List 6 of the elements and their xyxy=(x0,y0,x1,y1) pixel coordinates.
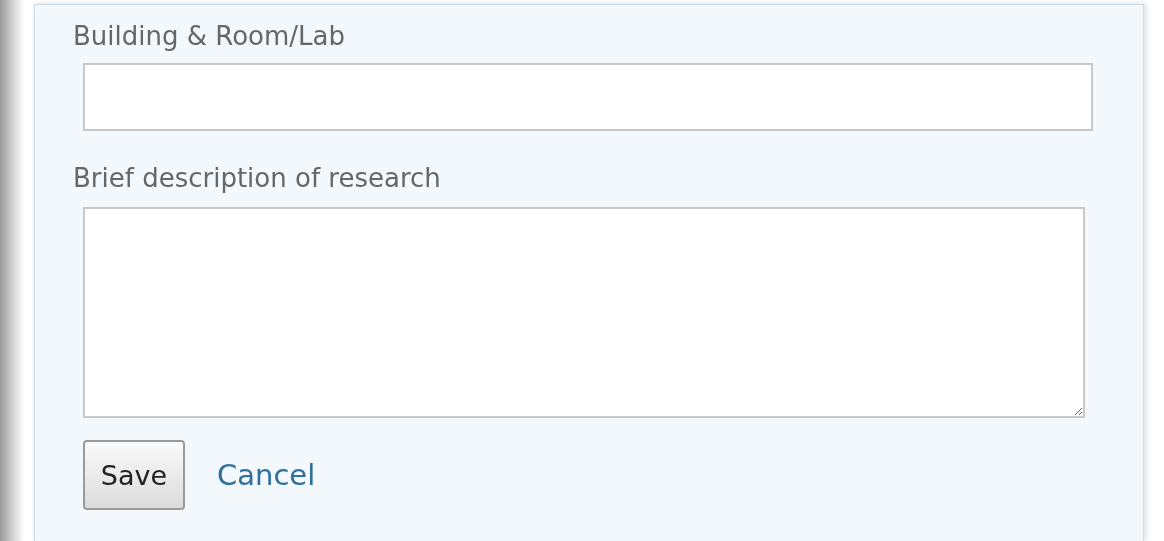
text-area[interactable] xyxy=(83,207,1085,418)
field-label: Brief description of research xyxy=(73,162,441,195)
field-label: Building & Room/Lab xyxy=(73,20,345,53)
input-field[interactable] xyxy=(83,63,1093,131)
cancel-link[interactable]: Cancel xyxy=(217,458,316,492)
save-button[interactable]: Save xyxy=(83,440,185,510)
